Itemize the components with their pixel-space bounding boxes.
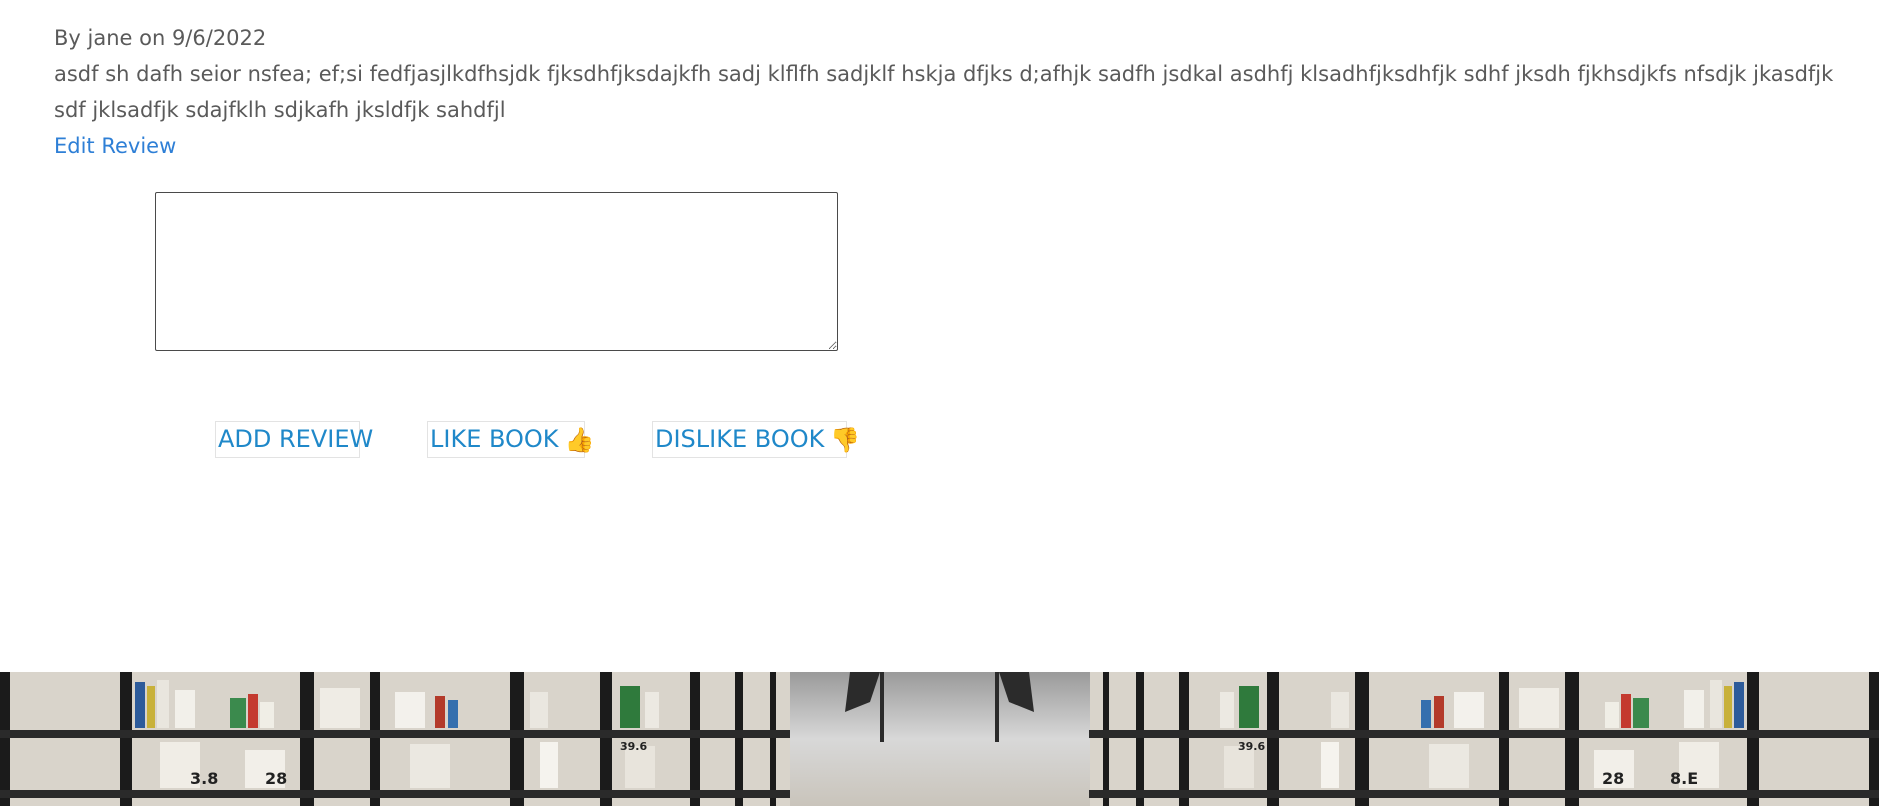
shelf-label: 28 (265, 769, 287, 788)
add-review-label: ADD REVIEW (218, 425, 374, 453)
shelf-label: 39.6 (1238, 740, 1265, 753)
book-review-page: By jane on 9/6/2022 asdf sh dafh seior n… (0, 0, 1879, 806)
shelf-label: 28 (1602, 769, 1624, 788)
shelf-label: 39.6 (620, 740, 647, 753)
dislike-book-button[interactable]: DISLIKE BOOK 👎 (652, 421, 860, 458)
library-shelves-banner: 3.8 28 39.6 28 8.E 39.6 (0, 672, 1879, 806)
thumbs-up-icon: 👍 (564, 425, 595, 454)
library-shelves-image: 3.8 28 39.6 28 8.E 39.6 (0, 672, 1879, 806)
add-review-button[interactable]: ADD REVIEW (215, 421, 373, 458)
review-entry: By jane on 9/6/2022 asdf sh dafh seior n… (54, 20, 1864, 164)
review-author-date: By jane on 9/6/2022 (54, 26, 267, 50)
edit-review-link[interactable]: Edit Review (54, 128, 176, 164)
thumbs-down-icon: 👎 (830, 425, 861, 454)
shelf-label: 8.E (1670, 769, 1698, 788)
dislike-book-label: DISLIKE BOOK (655, 425, 825, 453)
like-book-label: LIKE BOOK (430, 425, 559, 453)
like-book-button[interactable]: LIKE BOOK 👍 (427, 421, 594, 458)
review-text: asdf sh dafh seior nsfea; ef;si fedfjasj… (54, 62, 1834, 122)
shelf-label: 3.8 (190, 769, 218, 788)
review-textarea[interactable] (155, 192, 838, 351)
